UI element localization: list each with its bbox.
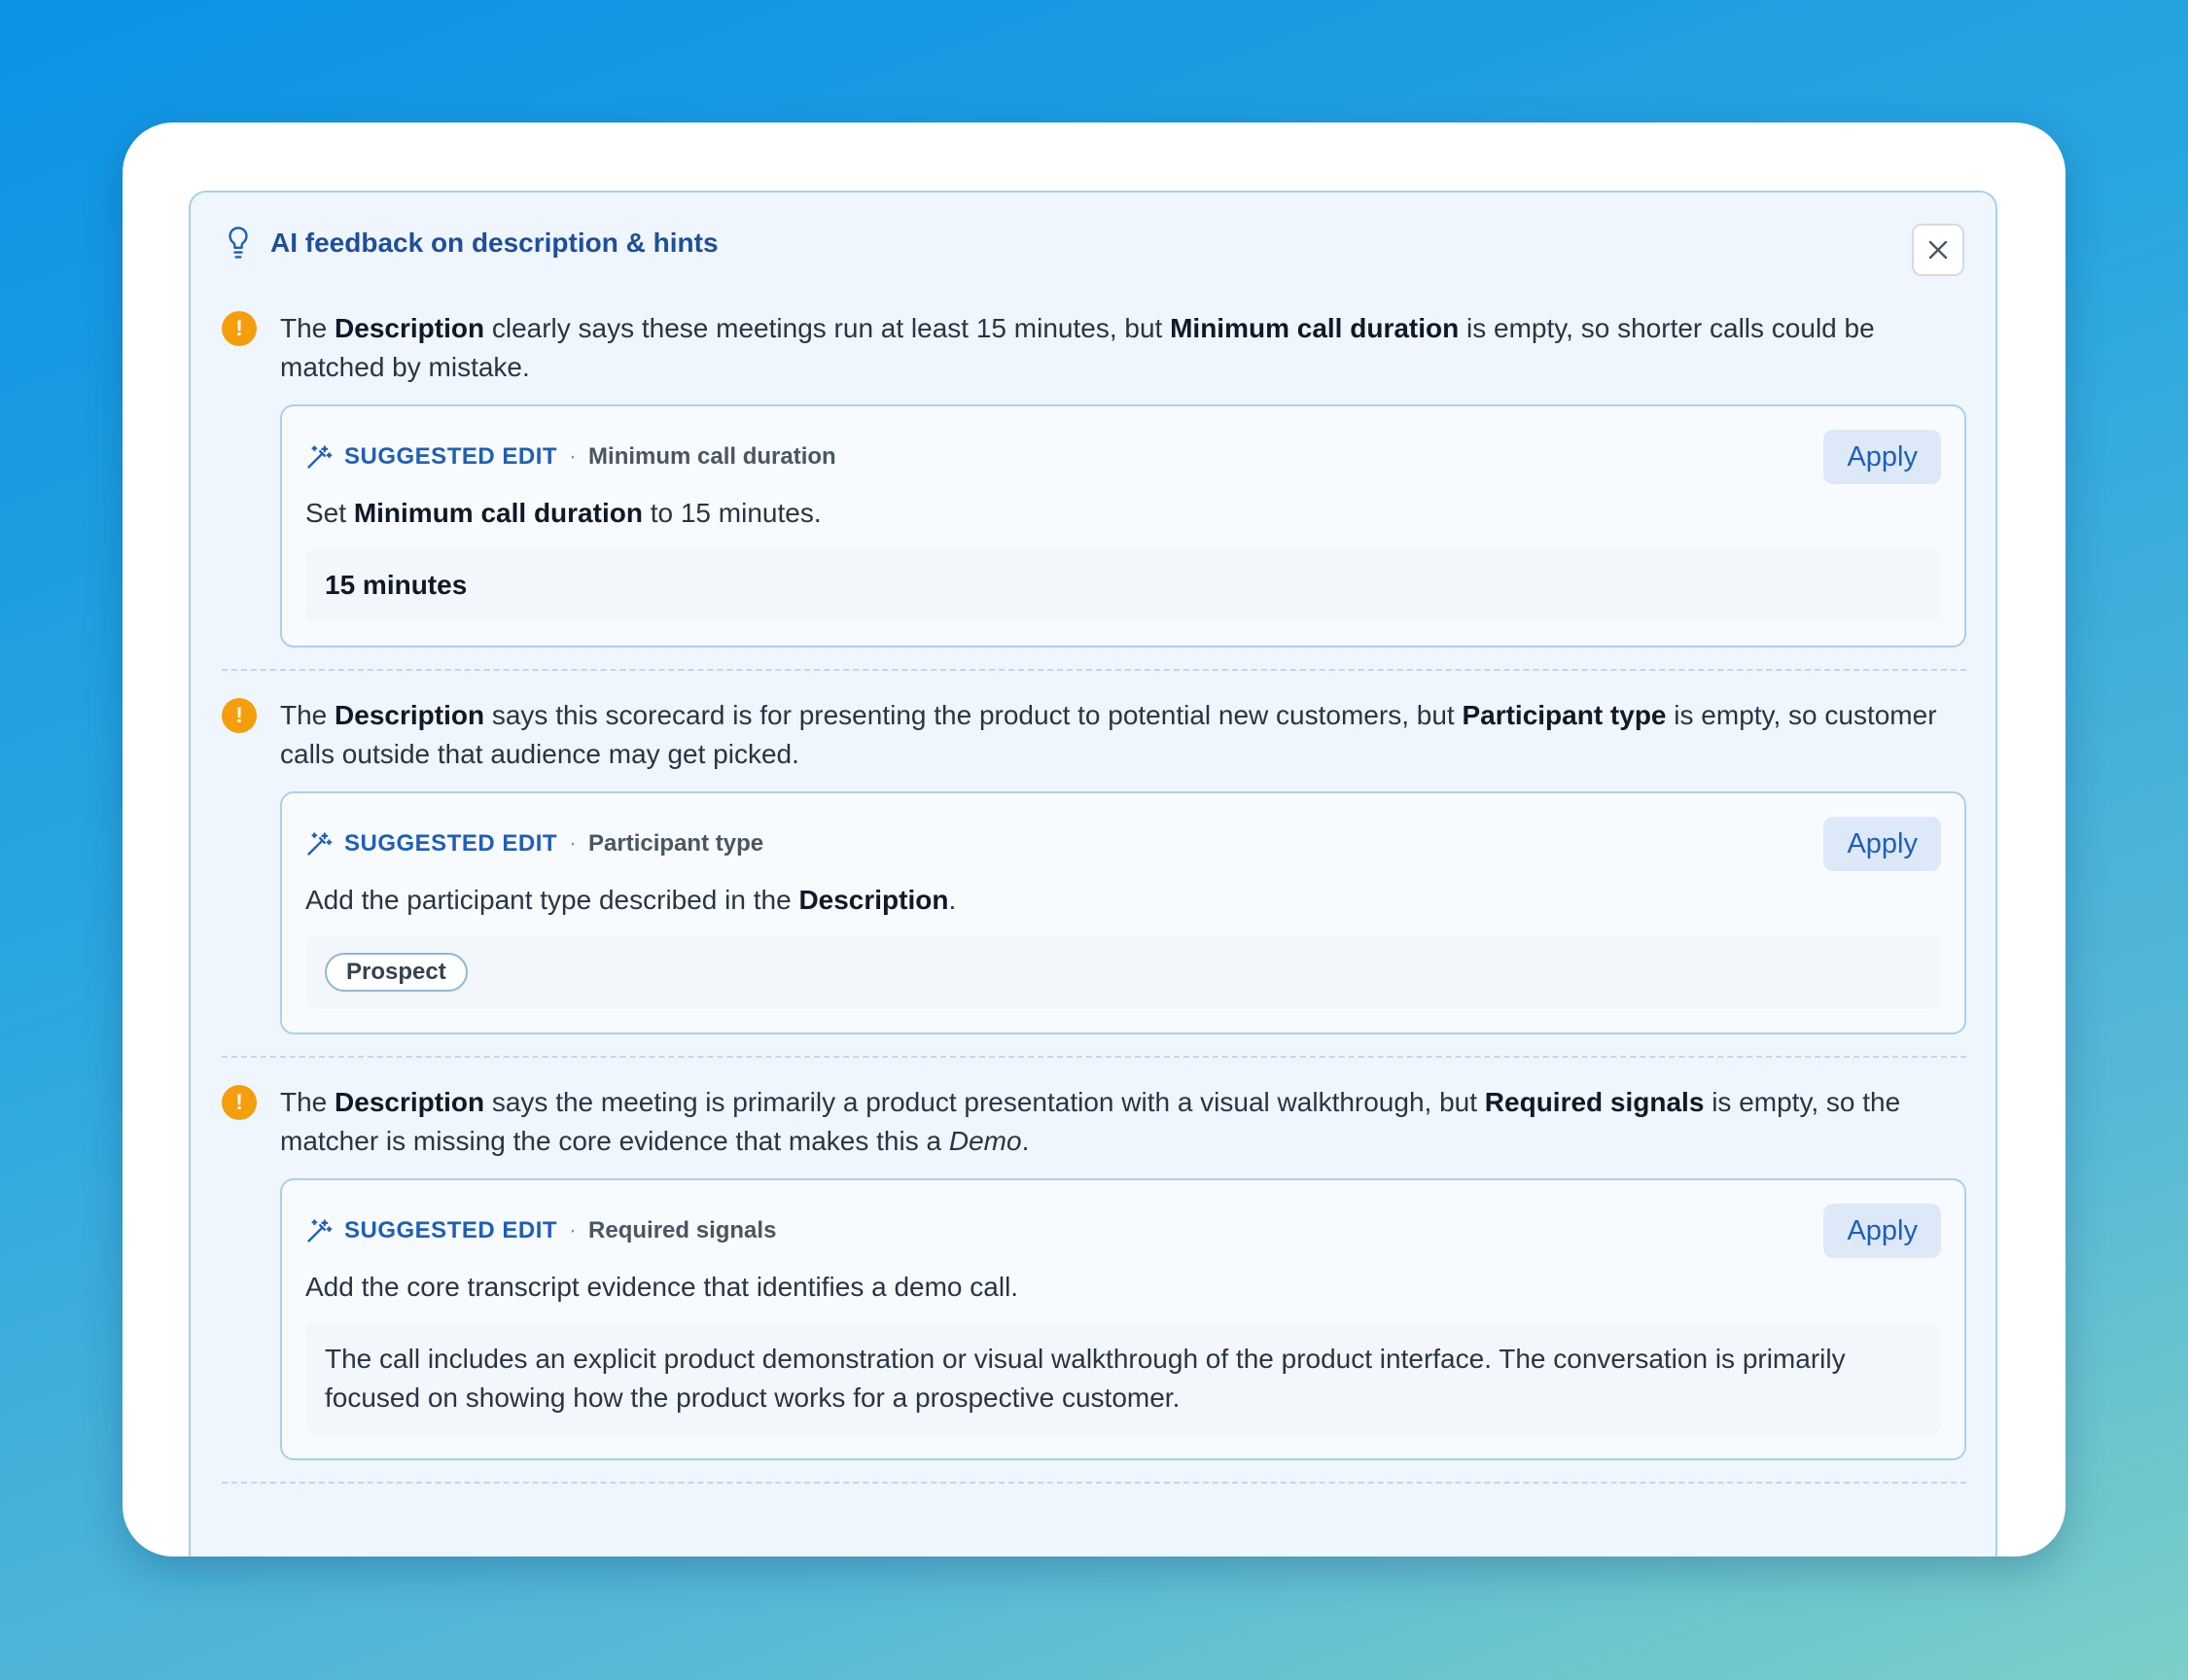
edit-description: Set Minimum call duration to 15 minutes. (305, 498, 822, 528)
lightbulb-icon (229, 227, 248, 259)
close-button[interactable] (1912, 224, 1964, 276)
feedback-message: The Description clearly says these meeti… (280, 313, 1875, 382)
magic-wand-icon (307, 832, 333, 856)
edit-field-name: Participant type (588, 830, 764, 857)
magic-wand-icon (307, 1219, 333, 1242)
edit-description: Add the participant type described in th… (305, 885, 957, 915)
suggested-value-text: 15 minutes (325, 570, 468, 600)
separator: · (569, 830, 578, 857)
panel-title: AI feedback on description & hints (270, 228, 719, 258)
warning-icon: ! (222, 1085, 257, 1120)
separator: · (569, 443, 578, 470)
feedback-item: ! The Description clearly says these mee… (222, 309, 1966, 671)
edit-field-name: Required signals (588, 1217, 777, 1243)
suggested-edit-header: SUGGESTED EDIT · Required signals (305, 1204, 1941, 1258)
suggested-value: The call includes an explicit product de… (305, 1322, 1941, 1435)
ai-feedback-panel: AI feedback on description & hints ! The… (189, 191, 1997, 1557)
participant-type-chip: Prospect (325, 953, 468, 992)
suggested-edit-header: SUGGESTED EDIT · Participant type (305, 817, 1941, 871)
warning-icon: ! (222, 311, 257, 346)
suggested-value: 15 minutes (305, 548, 1941, 622)
apply-button[interactable]: Apply (1823, 430, 1941, 484)
feedback-item: ! The Description says this scorecard is… (222, 696, 1966, 1058)
warning-icon: ! (222, 698, 257, 733)
suggested-edit-header: SUGGESTED EDIT · Minimum call duration (305, 430, 1941, 484)
suggested-edit-card: SUGGESTED EDIT · Minimum call duration A… (280, 404, 1966, 648)
feedback-message: The Description says the meeting is prim… (280, 1087, 1901, 1156)
panel-header: AI feedback on description & hints (224, 226, 719, 261)
suggested-edit-label: SUGGESTED EDIT (344, 1217, 558, 1243)
apply-button[interactable]: Apply (1823, 817, 1941, 871)
suggested-edit-label: SUGGESTED EDIT (344, 443, 558, 470)
suggested-value-text: The call includes an explicit product de… (325, 1344, 1846, 1413)
close-icon (1928, 240, 1948, 260)
suggested-edit-card: SUGGESTED EDIT · Participant type Apply … (280, 791, 1966, 1034)
separator: · (569, 1217, 578, 1243)
suggested-edit-label: SUGGESTED EDIT (344, 830, 558, 857)
window: AI feedback on description & hints ! The… (123, 122, 2065, 1557)
edit-field-name: Minimum call duration (588, 443, 836, 470)
magic-wand-icon (307, 445, 333, 469)
suggested-value: Prospect (305, 935, 1941, 1009)
feedback-message: The Description says this scorecard is f… (280, 700, 1937, 769)
suggested-edit-card: SUGGESTED EDIT · Required signals Apply … (280, 1178, 1966, 1460)
feedback-item: ! The Description says the meeting is pr… (222, 1083, 1966, 1484)
apply-button[interactable]: Apply (1823, 1204, 1941, 1258)
edit-description: Add the core transcript evidence that id… (305, 1272, 1019, 1302)
feedback-list: ! The Description clearly says these mee… (222, 309, 1966, 1509)
